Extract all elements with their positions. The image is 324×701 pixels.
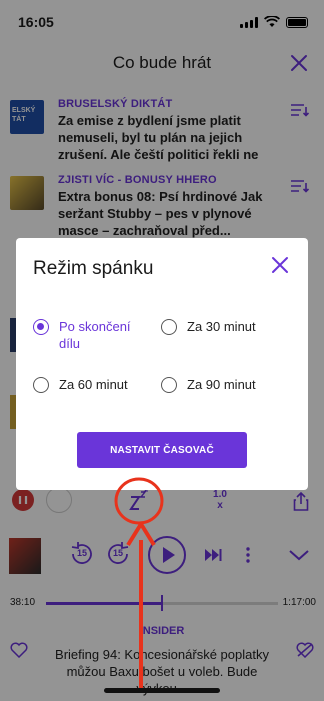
annotation-circle [114,477,164,525]
annotation-overlay [114,477,164,690]
home-indicator [104,688,220,693]
